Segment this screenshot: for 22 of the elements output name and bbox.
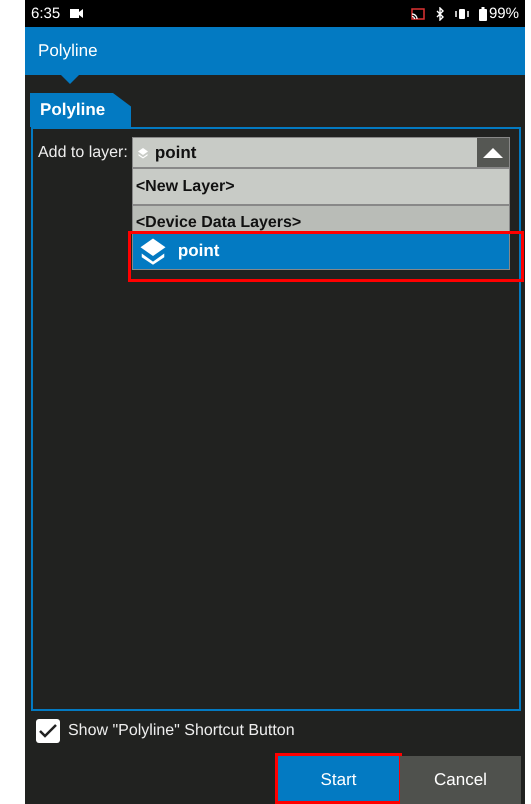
- battery-icon: [478, 6, 487, 20]
- layer-option[interactable]: point: [132, 232, 510, 270]
- field-label: Add to layer:: [38, 143, 128, 162]
- layers-icon: [138, 236, 168, 266]
- checkbox-label: Show "Polyline" Shortcut Button: [68, 722, 295, 740]
- dropdown-option[interactable]: <New Layer>: [132, 168, 510, 205]
- video-camera-icon: [70, 9, 84, 18]
- battery-percentage: 99%: [488, 5, 519, 22]
- layers-icon: [136, 146, 149, 158]
- app-title: Polyline: [38, 41, 98, 61]
- vibrate-icon: [454, 8, 469, 20]
- cancel-button[interactable]: Cancel: [400, 756, 521, 804]
- layer-dropdown[interactable]: point: [132, 137, 510, 168]
- tab[interactable]: Polyline: [30, 93, 132, 127]
- bluetooth-icon: [434, 6, 445, 20]
- clock: 6:35: [31, 5, 60, 22]
- cast-icon: [410, 8, 425, 20]
- dropdown-toggle[interactable]: [476, 138, 509, 167]
- caret-icon: [482, 146, 503, 158]
- start-button[interactable]: Start: [278, 756, 399, 804]
- group-header[interactable]: <Device Data Layers>: [132, 205, 510, 232]
- checkbox[interactable]: [36, 719, 60, 743]
